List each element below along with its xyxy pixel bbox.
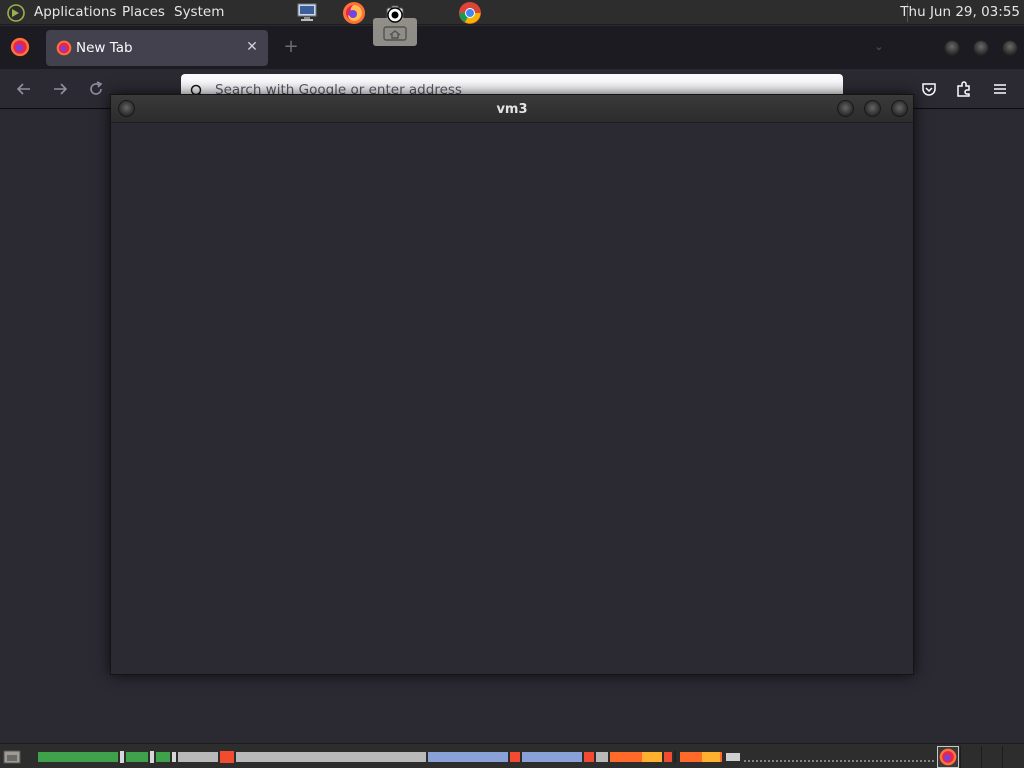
- plus-icon[interactable]: +: [282, 38, 300, 56]
- monitor-icon[interactable]: [296, 1, 318, 23]
- vm3-content-area[interactable]: [111, 124, 913, 674]
- maximize-button[interactable]: [973, 40, 989, 56]
- maximize-button[interactable]: [864, 100, 881, 117]
- arrow-left-icon[interactable]: [15, 80, 33, 98]
- mouse-cursor-icon: [386, 6, 404, 24]
- workspace-divider: [960, 746, 961, 768]
- menu-applications[interactable]: Applications: [34, 4, 116, 20]
- menu-system[interactable]: System: [174, 4, 224, 20]
- menu-places[interactable]: Places: [122, 4, 165, 20]
- tab-title: New Tab: [76, 40, 133, 56]
- window-title: vm3: [496, 102, 528, 117]
- close-icon[interactable]: ✕: [244, 39, 260, 55]
- firefox-icon: [56, 40, 72, 56]
- distribution-logo-icon[interactable]: [6, 3, 26, 23]
- reload-icon[interactable]: [87, 80, 105, 98]
- puzzle-icon[interactable]: [955, 80, 973, 98]
- show-desktop-icon[interactable]: [3, 749, 21, 765]
- minimize-button[interactable]: [944, 40, 960, 56]
- firefox-launcher-icon[interactable]: [342, 1, 366, 25]
- minimize-button[interactable]: [837, 100, 854, 117]
- browser-tab-strip: New Tab ✕ + ⌄: [0, 26, 1024, 69]
- close-window-button[interactable]: [1002, 40, 1018, 56]
- hamburger-icon[interactable]: [991, 80, 1009, 98]
- vm3-titlebar[interactable]: vm3: [111, 95, 913, 123]
- bottom-panel: [0, 743, 1024, 768]
- chrome-icon[interactable]: [458, 1, 482, 25]
- vm3-window[interactable]: vm3: [110, 94, 914, 675]
- workspace-divider: [1002, 746, 1003, 768]
- workspace-divider: [981, 746, 982, 768]
- arrow-right-icon[interactable]: [51, 80, 69, 98]
- firefox-view-icon[interactable]: [10, 37, 30, 57]
- taskbar-window-list[interactable]: [38, 749, 938, 765]
- top-panel: Applications Places System Thu Jun 29, 0…: [0, 0, 1024, 25]
- chevron-down-icon[interactable]: ⌄: [870, 38, 888, 56]
- tab-new-tab[interactable]: New Tab ✕: [46, 30, 268, 66]
- desktop-screen: Applications Places System Thu Jun 29, 0…: [0, 0, 1024, 768]
- taskbar-firefox-icon[interactable]: [937, 746, 959, 768]
- pocket-icon[interactable]: [920, 80, 938, 98]
- panel-clock[interactable]: Thu Jun 29, 03:55: [900, 4, 1020, 20]
- close-button[interactable]: [891, 100, 908, 117]
